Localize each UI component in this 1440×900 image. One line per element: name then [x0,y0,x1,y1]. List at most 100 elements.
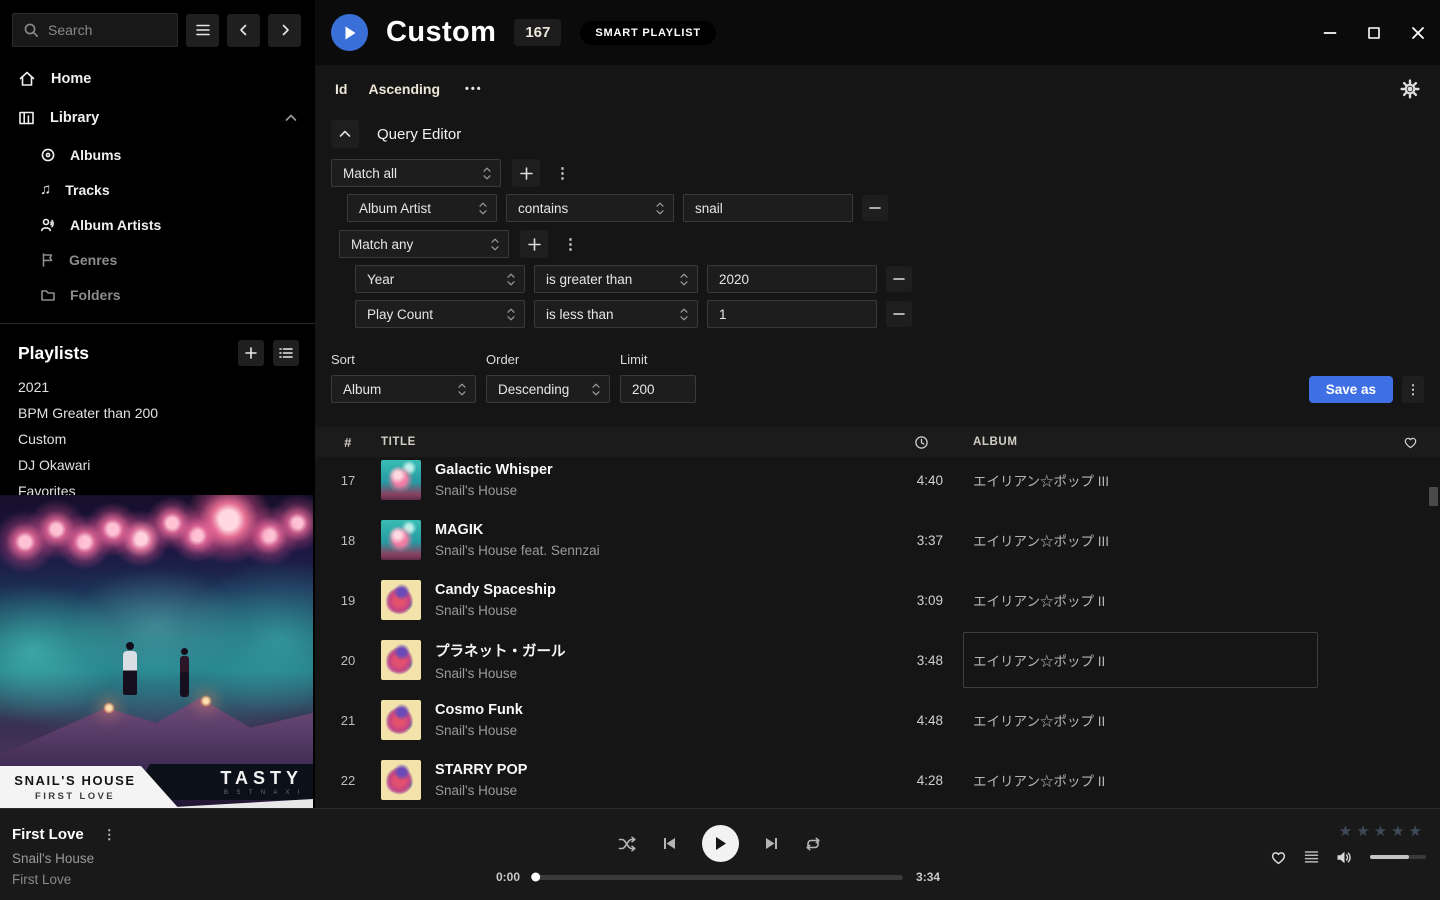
rule-operator-select[interactable]: contains [506,194,674,222]
group-menu-button[interactable]: ⋮ [559,237,582,252]
gear-icon[interactable] [1400,79,1420,99]
track-duration: 3:48 [895,653,947,668]
rule-operator-select[interactable]: is less than [534,300,698,328]
volume-button[interactable] [1336,850,1353,865]
sidebar-item-album-artists[interactable]: Album Artists [0,207,315,242]
star-icon[interactable]: ★ [1339,823,1356,840]
star-icon[interactable]: ★ [1356,823,1373,840]
queue-button[interactable] [1304,850,1319,864]
track-album[interactable]: エイリアン☆ポップ II [947,570,1380,630]
column-album[interactable]: ALBUM [947,436,1380,448]
sidebar-item-albums[interactable]: Albums [0,137,315,172]
sidebar-search-row [0,0,315,47]
previous-track-button[interactable] [662,836,677,851]
track-row[interactable]: 17 Galactic Whisper Snail's House 4:40 エ… [315,450,1440,510]
add-rule-button[interactable] [512,159,540,187]
playlist-item[interactable]: 2021 [0,374,315,400]
group-menu-button[interactable]: ⋮ [551,166,574,181]
search-box[interactable] [12,13,178,47]
track-album[interactable]: エイリアン☆ポップ II [947,690,1380,750]
playlist-item[interactable]: Custom [0,426,315,452]
track-number: 21 [315,713,381,728]
add-playlist-button[interactable] [238,340,264,366]
remove-rule-button[interactable] [886,301,912,327]
minimize-button[interactable] [1322,25,1338,41]
seek-bar[interactable] [533,875,903,880]
column-duration[interactable] [895,435,947,450]
select-spinner-icon [680,273,688,286]
playlist-item[interactable]: BPM Greater than 200 [0,400,315,426]
track-row[interactable]: 22 STARRY POP Snail's House 4:28 エイリアン☆ポ… [315,750,1440,808]
sort-select[interactable]: Album [331,375,476,403]
rule-value-input[interactable] [707,265,877,293]
more-options-button[interactable]: ••• [465,83,483,95]
rule-field-select[interactable]: Play Count [355,300,525,328]
rule-operator-select[interactable]: is greater than [534,265,698,293]
match-mode-select[interactable]: Match all [331,159,501,187]
star-icon[interactable]: ★ [1391,823,1408,840]
scrollbar-thumb[interactable] [1429,487,1438,506]
star-icon[interactable]: ★ [1409,823,1426,840]
select-value: contains [518,201,568,216]
sidebar-item-genres[interactable]: Genres [0,242,315,277]
save-as-button[interactable]: Save as [1309,376,1393,403]
sidebar-item-folders[interactable]: Folders [0,277,315,312]
minus-icon [893,308,905,320]
seek-bar-handle[interactable] [531,873,540,882]
track-album[interactable]: エイリアン☆ポップ III [947,510,1380,570]
sort-field-button[interactable]: Id [335,81,347,97]
play-playlist-button[interactable] [331,14,368,51]
select-value: Album Artist [359,201,431,216]
rule-value-input[interactable] [707,300,877,328]
remove-rule-button[interactable] [862,195,888,221]
match-mode-select[interactable]: Match any [339,230,509,258]
favorite-button[interactable] [1270,849,1287,865]
remove-rule-button[interactable] [886,266,912,292]
sidebar-item-library[interactable]: Library [0,98,315,137]
track-row[interactable]: 18 MAGIK Snail's House feat. Sennzai 3:3… [315,510,1440,570]
now-playing-menu-button[interactable]: ⋮ [99,828,120,841]
track-album[interactable]: エイリアン☆ポップ II [947,630,1380,690]
star-icon[interactable]: ★ [1374,823,1391,840]
order-select[interactable]: Descending [486,375,610,403]
track-thumbnail [381,760,421,800]
folder-icon [40,288,56,302]
rule-value-input[interactable] [683,194,853,222]
close-button[interactable] [1410,25,1426,41]
search-input[interactable] [48,22,167,38]
save-menu-button[interactable]: ⋮ [1402,376,1424,403]
track-album[interactable]: エイリアン☆ポップ II [947,750,1380,808]
track-row[interactable]: 20 プラネット・ガール Snail's House 3:48 エイリアン☆ポッ… [315,630,1440,690]
sidebar-item-tracks[interactable]: ♫ Tracks [0,172,315,207]
track-row[interactable]: 21 Cosmo Funk Snail's House 4:48 エイリアン☆ポ… [315,690,1440,750]
nav-back-button[interactable] [227,14,260,47]
next-track-button[interactable] [764,836,779,851]
column-number[interactable]: # [315,435,381,450]
repeat-button[interactable] [804,836,822,852]
select-spinner-icon [680,308,688,321]
playlist-item[interactable]: DJ Okawari [0,452,315,478]
collapse-query-editor-button[interactable] [331,120,359,148]
column-title[interactable]: TITLE [381,436,895,448]
sidebar-item-home[interactable]: Home [0,59,315,98]
menu-button[interactable] [186,14,219,47]
track-row[interactable]: 19 Candy Spaceship Snail's House 3:09 エイ… [315,570,1440,630]
rating-stars[interactable]: ★★★★★ [1339,822,1426,840]
sort-direction-button[interactable]: Ascending [368,81,440,97]
shuffle-button[interactable] [618,836,637,852]
nav-forward-button[interactable] [268,14,301,47]
track-album-text: エイリアン☆ポップ II [973,710,1105,730]
add-rule-button[interactable] [520,230,548,258]
track-album[interactable]: エイリアン☆ポップ III [947,450,1380,510]
chevron-up-icon[interactable] [285,114,297,122]
playlist-list-button[interactable] [273,340,299,366]
now-playing-album-art[interactable]: TASTY B S T N A X I SNAIL'S HOUSE FIRST … [0,495,313,808]
maximize-button[interactable] [1366,25,1382,41]
volume-slider[interactable] [1370,855,1426,859]
column-favorite[interactable] [1380,435,1440,449]
play-pause-button[interactable] [702,825,739,862]
rule-field-select[interactable]: Year [355,265,525,293]
limit-input[interactable] [620,375,696,403]
track-title: MAGIK [435,522,600,538]
rule-field-select[interactable]: Album Artist [347,194,497,222]
